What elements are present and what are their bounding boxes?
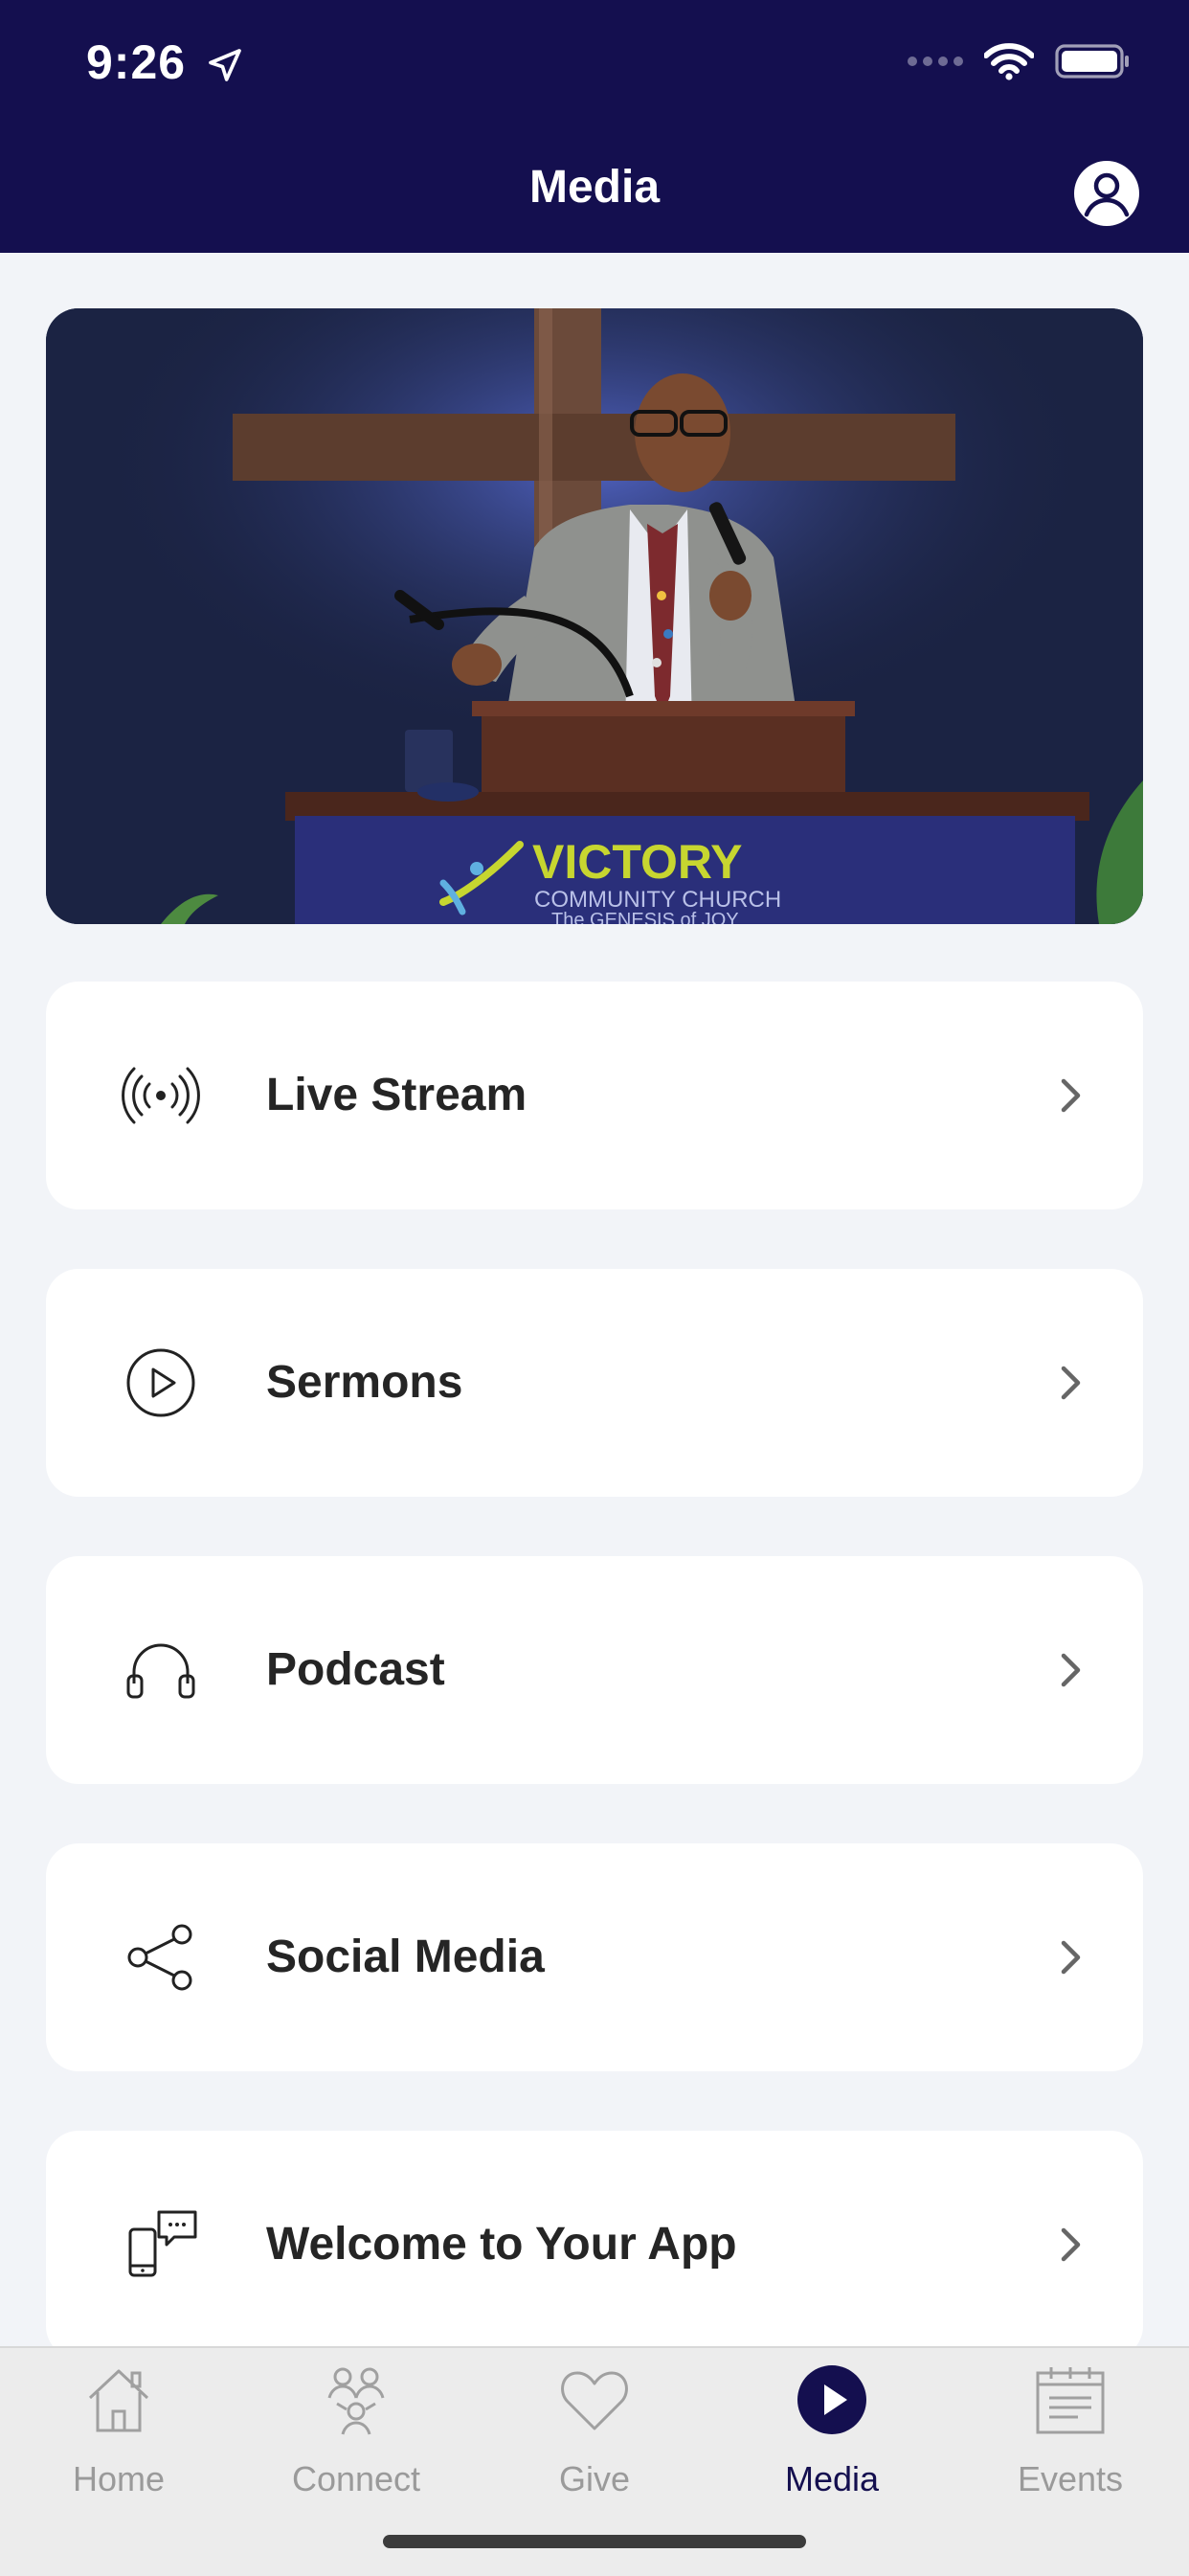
tab-connect[interactable]: Connect [237, 2348, 475, 2501]
location-arrow-icon [209, 49, 241, 81]
tab-label: Media [784, 2459, 880, 2498]
menu-item-sermons[interactable]: Sermons [46, 1269, 1143, 1497]
menu-item-podcast[interactable]: Podcast [46, 1556, 1143, 1784]
play-circle-icon [126, 1348, 195, 1417]
calendar-icon [1036, 2367, 1105, 2434]
chevron-right-icon [1061, 1653, 1081, 1687]
hero-church-tagline: The GENESIS of JOY [551, 910, 739, 924]
tab-media[interactable]: Media [713, 2348, 951, 2501]
menu-item-label: Podcast [266, 1644, 445, 1695]
hero-church-subtitle: COMMUNITY CHURCH [534, 887, 781, 913]
hero-banner-image: VICTORY COMMUNITY CHURCH The GENESIS of … [46, 308, 1143, 924]
heart-icon [561, 2371, 628, 2430]
play-circle-filled-icon [797, 2365, 866, 2434]
wifi-icon [984, 43, 1034, 80]
app-header: 9:26 Media [0, 0, 1189, 253]
home-icon [88, 2369, 149, 2432]
home-indicator[interactable] [383, 2535, 806, 2548]
tab-label: Home [72, 2459, 166, 2498]
menu-item-label: Live Stream [266, 1070, 527, 1120]
tab-label: Give [558, 2459, 631, 2498]
tab-give[interactable]: Give [476, 2348, 713, 2501]
signal-icon [908, 56, 963, 66]
page-title: Media [528, 162, 661, 213]
status-time: 9:26 [86, 34, 244, 90]
hero-illustration: VICTORY COMMUNITY CHURCH The GENESIS of … [46, 308, 1143, 924]
hero-church-name: VICTORY [532, 835, 742, 889]
chevron-right-icon [1061, 2227, 1081, 2262]
clock-text: 9:26 [86, 35, 187, 89]
tab-events[interactable]: Events [952, 2348, 1189, 2501]
tab-label: Connect [291, 2459, 421, 2498]
chevron-right-icon [1061, 1366, 1081, 1400]
chevron-right-icon [1061, 1940, 1081, 1975]
tab-home[interactable]: Home [0, 2348, 237, 2501]
menu-item-label: Social Media [266, 1932, 545, 1982]
people-icon [327, 2367, 385, 2435]
menu-item-live-stream[interactable]: Live Stream [46, 982, 1143, 1209]
profile-icon[interactable] [1072, 159, 1141, 228]
phone-chat-icon [128, 2210, 197, 2277]
battery-icon [1055, 44, 1129, 79]
menu-item-label: Sermons [266, 1357, 463, 1408]
chevron-right-icon [1061, 1078, 1081, 1113]
share-icon [127, 1924, 192, 1991]
status-indicators [908, 42, 1132, 80]
headphones-icon [126, 1643, 195, 1699]
menu-item-label: Welcome to Your App [266, 2219, 737, 2270]
tab-label: Events [1017, 2459, 1124, 2498]
menu-item-welcome[interactable]: Welcome to Your App [46, 2131, 1143, 2359]
menu-item-social-media[interactable]: Social Media [46, 1843, 1143, 2071]
broadcast-icon [122, 1067, 200, 1124]
